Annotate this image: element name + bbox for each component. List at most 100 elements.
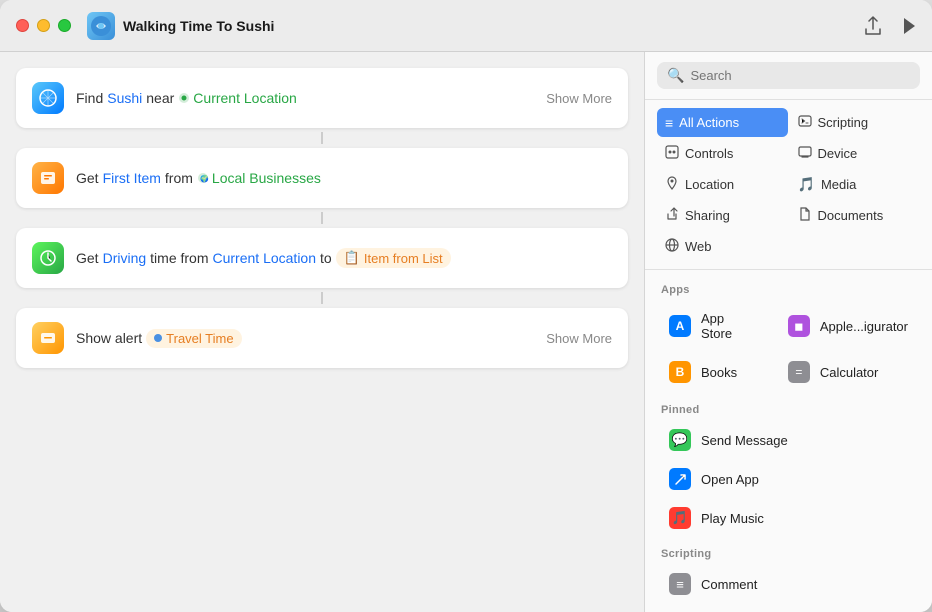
sharing-icon <box>665 207 679 224</box>
main-window: Walking Time To Sushi <box>0 0 932 612</box>
comment-label: Comment <box>701 577 757 592</box>
list-item-apple-igurator[interactable]: ◼ Apple...igurator <box>772 303 924 349</box>
open-app-icon <box>669 468 691 490</box>
send-message-icon: 💬 <box>669 429 691 451</box>
item-from-list-token[interactable]: 📋Item from List <box>336 248 451 268</box>
category-all-actions[interactable]: ≡ All Actions <box>657 108 788 137</box>
list-item-app-store[interactable]: A App Store <box>653 303 770 349</box>
pinned-section-header: Pinned <box>645 394 932 420</box>
search-input-wrapper[interactable]: 🔍 <box>657 62 920 89</box>
current-location-token-1[interactable]: Current Location <box>178 90 297 106</box>
list-item-open-app[interactable]: Open App <box>653 460 924 498</box>
device-icon <box>798 145 812 162</box>
category-location[interactable]: Location <box>657 170 788 199</box>
all-actions-label: All Actions <box>679 115 739 130</box>
from-label-1: from <box>165 170 193 186</box>
search-icon: 🔍 <box>667 67 684 84</box>
web-icon <box>665 238 679 255</box>
actions-sidebar: 🔍 ≡ All Actions Scripting <box>644 52 932 612</box>
first-item-token[interactable]: First Item <box>103 170 161 186</box>
list-item-send-message[interactable]: 💬 Send Message <box>653 421 924 459</box>
connector-2 <box>321 212 323 224</box>
share-button[interactable] <box>864 16 882 36</box>
maximize-button[interactable] <box>58 19 71 32</box>
apple-igurator-label: Apple...igurator <box>820 319 908 334</box>
all-actions-icon: ≡ <box>665 115 673 131</box>
title-bar: Walking Time To Sushi <box>0 0 932 52</box>
scripting-icon <box>798 114 812 131</box>
driving-token[interactable]: Driving <box>103 250 147 266</box>
media-icon: 🎵 <box>798 176 815 193</box>
web-label: Web <box>685 239 712 254</box>
location-icon <box>665 176 679 193</box>
location-label: Location <box>685 177 734 192</box>
category-sharing[interactable]: Sharing <box>657 201 788 230</box>
apple-igurator-icon: ◼ <box>788 315 810 337</box>
minimize-button[interactable] <box>37 19 50 32</box>
app-store-label: App Store <box>701 311 754 341</box>
traffic-lights <box>16 19 71 32</box>
documents-label: Documents <box>818 208 884 223</box>
get-first-icon <box>32 162 64 194</box>
local-businesses-token[interactable]: 🌍 Local Businesses <box>197 170 321 186</box>
svg-text:🌍: 🌍 <box>200 174 209 183</box>
category-media[interactable]: 🎵 Media <box>790 170 921 199</box>
controls-label: Controls <box>685 146 733 161</box>
scripting-label: Scripting <box>818 115 869 130</box>
show-more-1[interactable]: Show More <box>546 91 612 106</box>
sidebar-scroll: Apps A App Store ◼ Apple...igurator B Bo… <box>645 270 932 612</box>
find-sushi-icon <box>32 82 64 114</box>
documents-icon <box>798 207 812 224</box>
get-label-2: Get <box>76 250 99 266</box>
categories-grid: ≡ All Actions Scripting Controls <box>645 100 932 270</box>
list-item-calculator[interactable]: = Calculator <box>772 353 924 391</box>
device-label: Device <box>818 146 858 161</box>
current-location-token-2[interactable]: Current Location <box>213 250 317 266</box>
books-icon: B <box>669 361 691 383</box>
search-bar: 🔍 <box>645 52 932 100</box>
find-sushi-content: Find Sushi near Current Location <box>76 90 612 106</box>
calculator-label: Calculator <box>820 365 879 380</box>
apps-row: A App Store ◼ Apple...igurator B Books =… <box>645 300 932 394</box>
list-item-books[interactable]: B Books <box>653 353 770 391</box>
controls-icon <box>665 145 679 162</box>
play-button[interactable] <box>902 17 916 35</box>
near-label: near <box>146 90 174 106</box>
title-actions <box>864 16 916 36</box>
open-app-label: Open App <box>701 472 759 487</box>
get-first-content: Get First Item from 🌍 Local Businesses <box>76 170 612 186</box>
connector-3 <box>321 292 323 304</box>
time-from-label: time from <box>150 250 208 266</box>
list-item-show-result[interactable]: ◼ Show Result <box>653 604 924 612</box>
action-show-alert: Show alert Travel Time Show More <box>16 308 628 368</box>
list-item-play-music[interactable]: 🎵 Play Music <box>653 499 924 537</box>
get-label: Get <box>76 170 99 186</box>
category-scripting[interactable]: Scripting <box>790 108 921 137</box>
apps-section-header: Apps <box>645 274 932 300</box>
close-button[interactable] <box>16 19 29 32</box>
sushi-token[interactable]: Sushi <box>107 90 142 106</box>
show-alert-icon <box>32 322 64 354</box>
send-message-label: Send Message <box>701 433 788 448</box>
find-label: Find <box>76 90 103 106</box>
search-input[interactable] <box>690 68 910 83</box>
comment-icon: ≡ <box>669 573 691 595</box>
category-web[interactable]: Web <box>657 232 788 261</box>
books-label: Books <box>701 365 737 380</box>
category-device[interactable]: Device <box>790 139 921 168</box>
calculator-icon: = <box>788 361 810 383</box>
app-icon <box>87 12 115 40</box>
travel-time-token[interactable]: Travel Time <box>146 329 241 348</box>
category-controls[interactable]: Controls <box>657 139 788 168</box>
play-music-label: Play Music <box>701 511 764 526</box>
app-store-icon: A <box>669 315 691 337</box>
show-alert-content: Show alert Travel Time <box>76 329 612 348</box>
window-title: Walking Time To Sushi <box>123 18 274 34</box>
play-music-icon: 🎵 <box>669 507 691 529</box>
sharing-label: Sharing <box>685 208 730 223</box>
action-get-first-item: Get First Item from 🌍 Local Businesses <box>16 148 628 208</box>
workflow-panel: Find Sushi near Current Location Show Mo… <box>0 52 644 612</box>
list-item-comment[interactable]: ≡ Comment <box>653 565 924 603</box>
show-more-2[interactable]: Show More <box>546 331 612 346</box>
category-documents[interactable]: Documents <box>790 201 921 230</box>
